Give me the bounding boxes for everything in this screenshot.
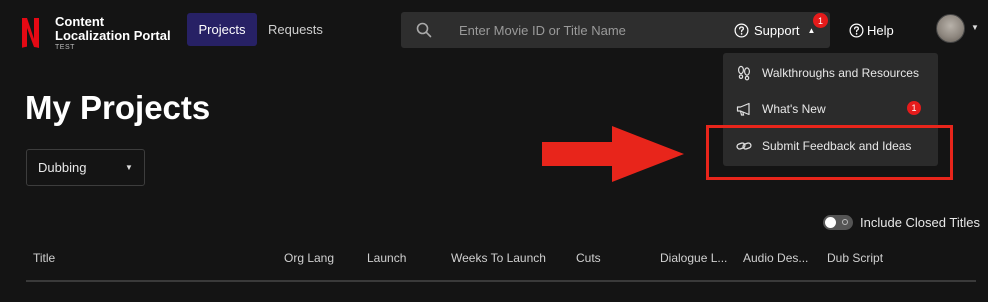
toggle-label: Include Closed Titles — [860, 215, 980, 230]
help-button[interactable]: Help — [849, 12, 894, 48]
megaphone-icon — [736, 102, 750, 116]
search-bar[interactable] — [401, 12, 723, 48]
toggle-switch[interactable] — [823, 215, 853, 230]
search-icon — [416, 22, 432, 38]
caret-up-icon: ▲ — [807, 25, 816, 35]
page-title: My Projects — [25, 89, 211, 126]
column-header-org-lang[interactable]: Org Lang — [284, 251, 334, 265]
include-closed-toggle[interactable]: Include Closed Titles — [823, 215, 980, 230]
brand-name-line2: Localization Portal — [55, 28, 171, 43]
brand[interactable]: Content Localization Portal TEST — [55, 14, 171, 52]
annotation-arrow-icon — [542, 126, 684, 182]
column-header-dialogue-list[interactable]: Dialogue L... — [660, 251, 727, 265]
column-header-title[interactable]: Title — [33, 251, 55, 265]
table-header-divider — [26, 280, 976, 282]
column-header-weeks-to-launch[interactable]: Weeks To Launch — [451, 251, 546, 265]
caret-down-icon[interactable]: ▼ — [971, 23, 979, 32]
column-header-launch[interactable]: Launch — [367, 251, 406, 265]
toggle-off-icon — [842, 219, 848, 225]
menu-item-walkthroughs[interactable]: Walkthroughs and Resources — [723, 55, 938, 91]
column-header-cuts[interactable]: Cuts — [576, 251, 601, 265]
whats-new-badge: 1 — [907, 101, 921, 115]
user-avatar[interactable] — [936, 14, 965, 43]
help-circle-icon — [734, 23, 749, 37]
support-notification-badge: 1 — [813, 13, 828, 28]
select-value: Dubbing — [38, 160, 87, 175]
search-input[interactable] — [459, 12, 709, 48]
caret-down-icon: ▼ — [125, 163, 133, 172]
support-label: Support — [754, 22, 800, 38]
netflix-logo — [21, 17, 40, 49]
toggle-knob — [825, 217, 836, 228]
annotation-highlight-box — [706, 125, 953, 180]
footprints-icon — [737, 65, 751, 81]
help-circle-icon — [849, 23, 864, 37]
column-header-audio-description[interactable]: Audio Des... — [743, 251, 808, 265]
menu-item-whats-new[interactable]: What's New 1 — [723, 91, 938, 127]
nav-projects[interactable]: Projects — [187, 13, 257, 46]
project-type-select[interactable]: Dubbing ▼ — [26, 149, 145, 186]
menu-item-label: What's New — [762, 102, 826, 116]
column-header-dub-script[interactable]: Dub Script — [827, 251, 883, 265]
help-label: Help — [867, 22, 894, 38]
brand-name-line1: Content — [55, 14, 105, 29]
menu-item-label: Walkthroughs and Resources — [762, 66, 919, 80]
environment-label: TEST — [55, 44, 75, 51]
nav-requests[interactable]: Requests — [268, 13, 323, 46]
